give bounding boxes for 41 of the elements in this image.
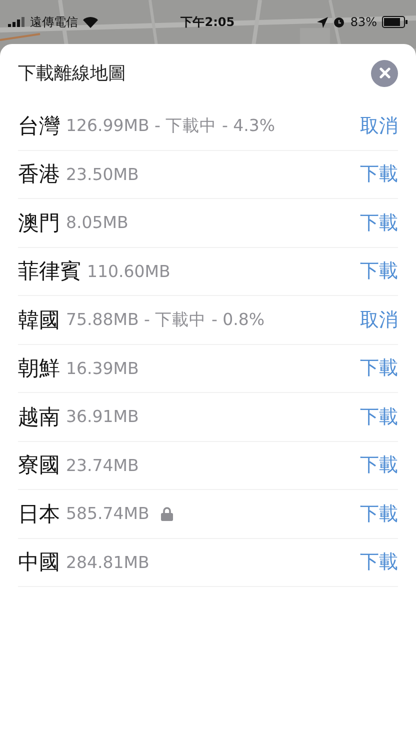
region-action-link[interactable]: 取消	[360, 306, 398, 333]
region-action-link[interactable]: 下載	[360, 258, 398, 284]
region-action-link[interactable]: 下載	[360, 161, 398, 188]
region-action-link[interactable]: 下載	[360, 355, 398, 382]
region-action-link[interactable]: 下載	[360, 404, 398, 430]
signal-icon	[8, 17, 25, 27]
region-action-link[interactable]: 下載	[360, 452, 398, 478]
close-icon	[378, 67, 390, 79]
region-size: 126.99MB - 下載中 - 4.3%	[66, 114, 276, 137]
region-name: 香港	[18, 161, 60, 188]
region-size: 75.88MB - 下載中 - 0.8%	[66, 308, 265, 331]
region-action-link[interactable]: 下載	[360, 210, 398, 236]
battery-icon	[382, 16, 408, 28]
region-size: 8.05MB	[66, 213, 128, 232]
region-name: 越南	[18, 404, 60, 431]
region-name: 中國	[18, 549, 60, 576]
region-size: 36.91MB	[66, 407, 139, 426]
region-action-link[interactable]: 下載	[360, 500, 398, 527]
region-size: 110.60MB	[87, 262, 170, 281]
battery-percent: 83%	[350, 15, 377, 29]
carrier-name: 遠傳電信	[30, 14, 78, 30]
wifi-icon	[83, 16, 98, 28]
region-name: 日本	[18, 500, 60, 528]
region-action-link[interactable]: 取消	[360, 112, 398, 139]
region-name: 朝鮮	[18, 355, 60, 382]
region-name: 韓國	[18, 306, 60, 334]
region-action-link[interactable]: 下載	[360, 549, 398, 576]
location-arrow-icon	[317, 16, 328, 28]
region-size: 23.74MB	[66, 456, 139, 475]
clock-time: 下午2:05	[180, 14, 235, 30]
region-name: 澳門	[18, 210, 60, 237]
region-size: 23.50MB	[66, 164, 139, 184]
alarm-clock-icon	[333, 16, 346, 28]
sheet-title: 下載離線地圖	[18, 62, 126, 85]
region-size: 585.74MB	[66, 504, 150, 524]
region-size: 284.81MB	[66, 552, 150, 572]
region-name: 菲律賓	[18, 258, 81, 286]
region-size: 16.39MB	[66, 358, 139, 378]
close-button[interactable]	[371, 60, 398, 86]
region-name: 台灣	[18, 112, 60, 140]
region-name: 寮國	[18, 452, 60, 480]
